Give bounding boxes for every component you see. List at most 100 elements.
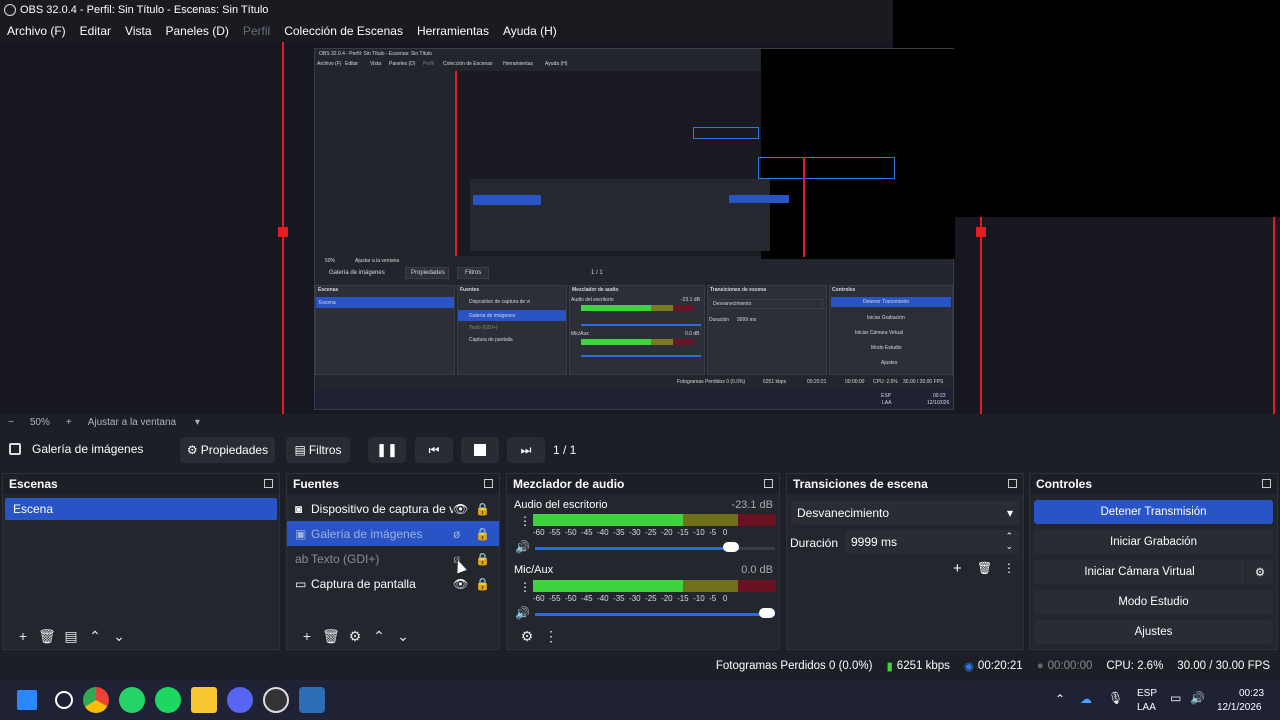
- scene-item[interactable]: Escena: [5, 498, 277, 520]
- start-recording-button[interactable]: Iniciar Grabación: [1034, 530, 1273, 554]
- source-item[interactable]: ▭ Captura de pantalla 👁 🔒: [287, 571, 499, 596]
- start-virtual-camera-button[interactable]: Iniciar Cámara Virtual: [1034, 560, 1245, 584]
- obs-icon[interactable]: [263, 687, 289, 713]
- transitions-title: Transiciones de escena: [793, 477, 928, 491]
- move-down-icon[interactable]: ⌄: [391, 628, 415, 645]
- resize-handle-right[interactable]: [976, 227, 986, 237]
- undock-icon[interactable]: [264, 479, 273, 488]
- eye-hidden-icon[interactable]: ø: [453, 527, 475, 541]
- virtual-camera-settings-button[interactable]: ⚙: [1247, 560, 1273, 584]
- microphone-icon[interactable]: 🎙: [1108, 691, 1123, 705]
- channel-name: Audio del escritorio: [514, 499, 608, 511]
- trash-icon[interactable]: 🗑: [977, 561, 992, 575]
- undock-icon[interactable]: [484, 479, 493, 488]
- gear-icon[interactable]: ⚙: [515, 628, 539, 645]
- eye-icon[interactable]: 👁: [453, 502, 475, 516]
- next-button[interactable]: ⏭: [507, 437, 545, 463]
- volume-icon[interactable]: 🔊: [1190, 691, 1205, 705]
- undock-icon[interactable]: [764, 479, 773, 488]
- add-icon[interactable]: +: [295, 628, 319, 644]
- properties-label: Propiedades: [200, 443, 269, 457]
- duration-spinbox[interactable]: 9999 ms ⌃ ⌄: [845, 530, 1019, 554]
- network-icon[interactable]: ▭: [1170, 691, 1181, 705]
- source-item[interactable]: ◙ Dispositivo de captura de vi 👁 🔒: [287, 496, 499, 521]
- lock-icon[interactable]: 🔒: [475, 502, 490, 516]
- cloud-icon[interactable]: ☁: [1080, 692, 1092, 706]
- menu-herramientas[interactable]: Herramientas: [417, 24, 489, 38]
- windows-start-icon[interactable]: [17, 690, 37, 710]
- menu-paneles[interactable]: Paneles (D): [166, 24, 229, 38]
- clock-time[interactable]: 00:23: [1239, 688, 1264, 699]
- zoom-level: 50%: [29, 416, 50, 428]
- filter-icon[interactable]: ▤: [59, 628, 83, 645]
- trash-icon[interactable]: 🗑: [35, 628, 59, 645]
- discord-icon[interactable]: [227, 687, 253, 713]
- chevron-up-icon[interactable]: ⌃: [1055, 692, 1065, 706]
- previous-button[interactable]: ⏮: [415, 437, 453, 463]
- menu-coleccion-escenas[interactable]: Colección de Escenas: [284, 24, 403, 38]
- properties-button[interactable]: ⚙ Propiedades: [180, 437, 275, 463]
- move-up-icon[interactable]: ⌃: [83, 628, 107, 645]
- add-icon[interactable]: +: [11, 628, 35, 644]
- undock-icon[interactable]: [1262, 479, 1271, 488]
- volume-fill: [535, 547, 739, 550]
- volume-handle[interactable]: [723, 542, 739, 552]
- clock-date[interactable]: 12/1/2026: [1217, 702, 1262, 713]
- gear-icon[interactable]: ⚙: [343, 628, 367, 645]
- studio-mode-button[interactable]: Modo Estudio: [1034, 590, 1273, 614]
- more-vertical-icon[interactable]: ⋮: [519, 580, 531, 594]
- lock-icon[interactable]: 🔒: [475, 577, 490, 591]
- add-icon[interactable]: +: [953, 560, 962, 577]
- more-vertical-icon[interactable]: ⋮: [539, 628, 563, 645]
- nested-trans: Desvanecimiento: [713, 301, 752, 307]
- lock-icon[interactable]: 🔒: [475, 552, 490, 566]
- more-vertical-icon[interactable]: ⋮: [1003, 561, 1015, 575]
- volume-fill: [535, 613, 775, 616]
- menu-perfil[interactable]: Perfil: [243, 24, 270, 38]
- spin-arrows-icon[interactable]: ⌃ ⌄: [1005, 531, 1013, 551]
- filters-button[interactable]: ▤ Filtros: [286, 437, 350, 463]
- spotify-icon[interactable]: [155, 687, 181, 713]
- transition-select[interactable]: Desvanecimiento ▾: [791, 501, 1019, 525]
- nested-ctl-1: Iniciar Grabación: [867, 315, 905, 321]
- source-item[interactable]: ▣ Galería de imágenes ø 🔒: [287, 521, 499, 546]
- nested-screen-capture: OBS 32.0.4 - Perfil: Sin Título - Escena…: [314, 48, 955, 410]
- undock-icon[interactable]: [1008, 479, 1017, 488]
- chrome-icon[interactable]: [83, 687, 109, 713]
- settings-button[interactable]: Ajustes: [1034, 620, 1273, 644]
- trash-icon[interactable]: 🗑: [319, 628, 343, 645]
- pause-icon: ❚❚: [376, 442, 398, 457]
- stop-streaming-button[interactable]: Detener Transmisión: [1034, 500, 1273, 524]
- menu-editar[interactable]: Editar: [80, 24, 111, 38]
- nested-duration-val: 9999 ms: [737, 317, 757, 323]
- language-label[interactable]: ESP: [1137, 688, 1157, 699]
- move-down-icon[interactable]: ⌄: [107, 628, 131, 645]
- lock-icon[interactable]: 🔒: [475, 527, 490, 541]
- volume-handle[interactable]: [759, 608, 775, 618]
- zoom-out-button[interactable]: −: [8, 417, 14, 428]
- file-explorer-icon[interactable]: [191, 687, 217, 713]
- nested-deep-docks: [470, 179, 770, 251]
- eye-icon[interactable]: 👁: [453, 577, 475, 591]
- zoom-in-button[interactable]: +: [66, 417, 72, 428]
- pause-button[interactable]: ❚❚: [368, 437, 406, 463]
- monitor-icon: ▭: [295, 576, 307, 591]
- zoom-mode-dropdown[interactable]: Ajustar a la ventana ▾: [88, 417, 216, 428]
- whatsapp-icon[interactable]: [119, 687, 145, 713]
- menu-archivo[interactable]: Archivo (F): [7, 24, 66, 38]
- more-vertical-icon[interactable]: ⋮: [519, 514, 531, 528]
- speaker-icon[interactable]: 🔊: [515, 606, 530, 620]
- move-up-icon[interactable]: ⌃: [367, 628, 391, 645]
- speaker-icon[interactable]: 🔊: [515, 540, 530, 554]
- stop-button[interactable]: [461, 437, 499, 463]
- source-item[interactable]: ab Texto (GDI+) ø 🔒: [287, 546, 499, 571]
- menu-ayuda[interactable]: Ayuda (H): [503, 24, 557, 38]
- search-icon[interactable]: [55, 691, 73, 709]
- nested-redline: [803, 157, 805, 257]
- nested-ctl-3: Modo Estudio: [871, 345, 902, 351]
- shield-app-icon[interactable]: [299, 687, 325, 713]
- duration-value: 9999 ms: [851, 535, 898, 549]
- resize-handle[interactable]: [278, 227, 288, 237]
- menu-vista[interactable]: Vista: [125, 24, 151, 38]
- keyboard-layout-label[interactable]: LAA: [1137, 702, 1156, 713]
